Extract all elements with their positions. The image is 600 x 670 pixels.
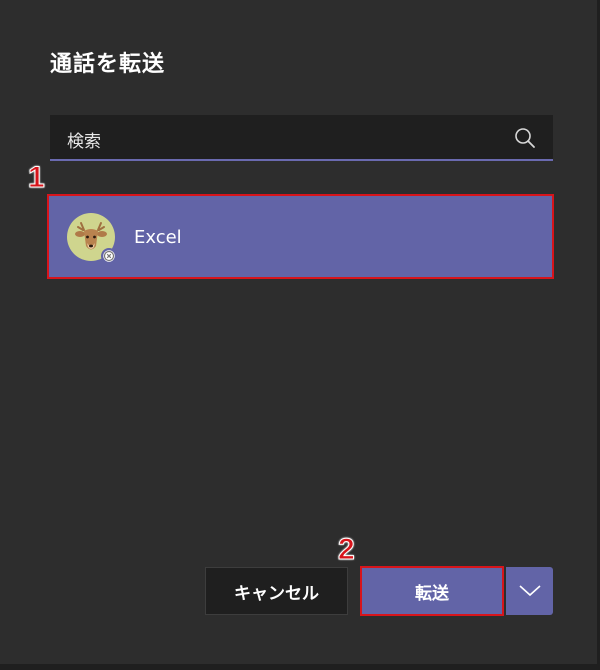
annotation-marker-2: 2 (338, 533, 356, 567)
status-unavailable-icon (101, 248, 117, 264)
result-name: Excel (134, 227, 182, 248)
dialog-title: 通話を転送 (50, 52, 166, 77)
transfer-call-dialog: 通話を転送 検索 1 Excel 2 キャンセル 転送 (0, 0, 597, 664)
search-box[interactable]: 検索 (50, 115, 553, 161)
annotation-marker-1: 1 (28, 161, 46, 195)
search-icon[interactable] (513, 126, 537, 150)
search-input[interactable]: 検索 (67, 127, 101, 152)
search-result-item[interactable]: Excel (47, 194, 554, 279)
transfer-options-button[interactable] (506, 567, 553, 615)
chevron-down-icon (518, 585, 541, 597)
cancel-button[interactable]: キャンセル (205, 567, 348, 615)
transfer-button[interactable]: 転送 (360, 566, 504, 616)
